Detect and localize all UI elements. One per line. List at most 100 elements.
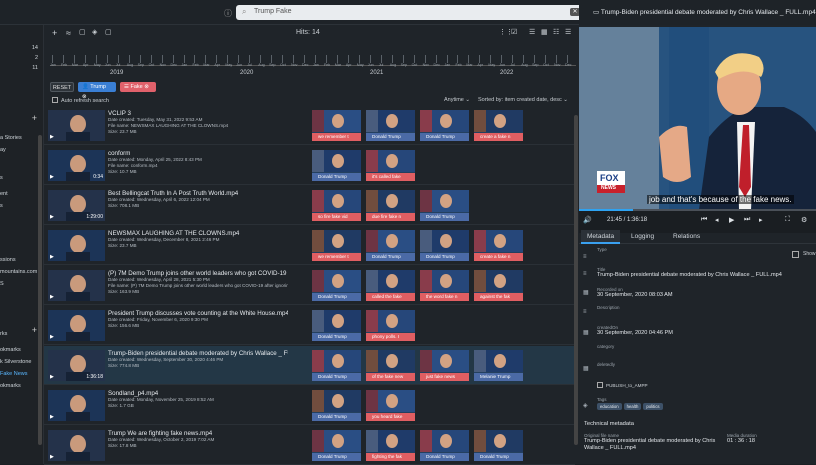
match-frame[interactable]: Donald Trump (420, 230, 469, 261)
match-frame[interactable]: Donald Trump (420, 190, 469, 221)
match-frame[interactable]: the word fake n (420, 270, 469, 301)
timeline[interactable]: Jan Feb Mar Apr May Jun Jul Aug Sep Oct Nov Dec Jan F… (50, 43, 576, 77)
match-frame[interactable]: called the fake (366, 270, 415, 301)
sidebar-item[interactable]: mountains.com (0, 269, 43, 278)
play-icon[interactable]: ▶ (729, 216, 734, 224)
match-frame[interactable]: Donald Trump (312, 430, 361, 461)
match-frame[interactable]: against the fak (474, 270, 523, 301)
match-frame[interactable]: it's called fake (366, 150, 415, 181)
tab-metadata[interactable]: Metadata (581, 230, 621, 244)
result-row[interactable]: ▶ Sondland_p4.mp4 Date created: Monday, No… (44, 386, 575, 425)
time-range-select[interactable]: Anytime ⌄ (444, 97, 470, 103)
tag-chip[interactable]: education (597, 403, 622, 410)
settings-icon[interactable]: ⚙ (801, 216, 807, 224)
match-frame[interactable]: Donald Trump (366, 230, 415, 261)
result-row[interactable]: ▶ (P) 7M Demo Trump joins other world lea… (44, 266, 575, 305)
result-row[interactable]: ▶ 1:29:00 Best Bellingcat Truth In A Post … (44, 186, 575, 225)
search-input[interactable]: Trump Fake (254, 8, 291, 15)
table-view-icon[interactable]: ☰ (565, 28, 571, 36)
match-frame[interactable]: Donald Trump (420, 110, 469, 141)
field-created[interactable]: createdOn 30 September, 2020 04:46 PM (597, 325, 797, 337)
video-thumbnail[interactable]: ▶ (48, 110, 105, 141)
match-frame[interactable]: create a fake n (474, 230, 523, 261)
check-icon[interactable]: ☑ (511, 28, 517, 36)
match-frame[interactable]: we remember t (312, 110, 361, 141)
show-checkbox[interactable] (792, 251, 799, 258)
match-frame[interactable]: due fire fake n (366, 190, 415, 221)
match-frame[interactable]: just fake news (420, 350, 469, 381)
result-row[interactable]: ▶ Trump We are fighting fake news.mp4 Date… (44, 426, 575, 465)
field-title[interactable]: Title Trump-Biden presidential debate mod… (597, 267, 797, 279)
search-box[interactable]: ⓘ ⌕ Trump Fake ✕ ⌄ (224, 5, 596, 20)
field-description[interactable]: Description (597, 305, 797, 310)
field-recorded[interactable]: Recorded on 30 September, 2020 08:03 AM (597, 287, 797, 299)
info-icon[interactable]: ⓘ (224, 8, 232, 19)
match-frame[interactable]: Donald Trump (312, 350, 361, 381)
frame-back-icon[interactable]: ◂ (715, 216, 719, 224)
match-frame[interactable]: Donald Trump (474, 430, 523, 461)
list-view-icon[interactable]: ☰ (529, 28, 535, 36)
result-row[interactable]: ▶ 0:34 conform Date created: Monday, April … (44, 146, 575, 185)
waves-icon[interactable]: ≈ (66, 28, 71, 38)
video-thumbnail[interactable]: ▶ (48, 310, 105, 341)
match-frame[interactable]: Melanie Trump (474, 350, 523, 381)
filter-chip-fake[interactable]: ☰ Fake ⊗ (120, 82, 156, 92)
step-back-icon[interactable]: ⏮ (701, 216, 707, 224)
match-frame[interactable]: Donald Trump (420, 430, 469, 461)
volume-icon[interactable]: 🔊 (583, 216, 592, 224)
field-tags[interactable]: Tags education health politics (597, 397, 797, 410)
sidebar-item[interactable]: s (0, 203, 43, 212)
tag-chip[interactable]: health (623, 403, 642, 410)
sidebar-item[interactable]: a Stories (0, 135, 43, 144)
field-deleted[interactable]: deletedly (597, 362, 797, 367)
sidebar-item[interactable]: s (0, 175, 43, 184)
result-row[interactable]: ▶ VCLIP 3 Date created: Tuesday, May 31, 2… (44, 106, 575, 145)
match-frame[interactable]: Donald Trump (312, 310, 361, 341)
match-frame[interactable]: you heard fake (366, 390, 415, 421)
layers-icon[interactable]: ◈ (92, 28, 97, 36)
match-frame[interactable]: create a fake n (474, 110, 523, 141)
field-category[interactable]: category (597, 344, 797, 349)
square-icon[interactable]: ▢ (79, 28, 86, 36)
publish-checkbox[interactable] (597, 382, 603, 388)
video-thumbnail[interactable]: ▶ (48, 390, 105, 421)
grid-view-icon[interactable]: ▦ (541, 28, 548, 36)
video-thumbnail[interactable]: ▶ (48, 430, 105, 461)
match-frame[interactable]: Donald Trump (312, 390, 361, 421)
fullscreen-icon[interactable]: ⛶ (785, 216, 790, 224)
match-frame[interactable]: fighting the fak (366, 430, 415, 461)
video-thumbnail[interactable]: ▶ 0:34 (48, 150, 105, 181)
tab-relations[interactable]: Relations (667, 230, 706, 244)
sidebar-item[interactable]: Fake News (0, 371, 43, 380)
match-frame[interactable]: Donald Trump (366, 110, 415, 141)
reset-button[interactable]: RESET (50, 82, 74, 92)
video-thumbnail[interactable]: ▶ (48, 230, 105, 261)
sidebar-item[interactable]: 2 (0, 55, 43, 64)
match-frame[interactable]: of the fake new (366, 350, 415, 381)
add-icon[interactable]: + (52, 28, 57, 38)
step-forward-icon[interactable]: ⏭ (744, 216, 750, 224)
tab-logging[interactable]: Logging (625, 230, 660, 244)
match-frame[interactable]: phony polls. I (366, 310, 415, 341)
result-row[interactable]: ▶ 1:36:18 Trump-Biden presidential debate … (44, 346, 575, 385)
result-row[interactable]: ▶ President Trump discusses vote counting… (44, 306, 575, 345)
result-row[interactable]: ▶ NEWSMAX LAUGHING AT THE CLOWNS.mp4 Date … (44, 226, 575, 265)
add-icon[interactable]: + (32, 113, 37, 123)
frame-forward-icon[interactable]: ▸ (759, 216, 763, 224)
sidebar-item[interactable]: ent (0, 191, 43, 200)
progress-bar[interactable] (579, 209, 816, 211)
video-player[interactable]: FOX NEWS job and that's because of the f… (579, 27, 816, 210)
sidebar-item[interactable]: rks (0, 331, 43, 340)
tag-chip[interactable]: politics (643, 403, 663, 410)
match-frame[interactable]: Donald Trump (312, 270, 361, 301)
sidebar-item[interactable]: S (0, 281, 43, 290)
filter-chip-trump[interactable]: 👤 Trump ⊗ (78, 82, 116, 100)
match-frame[interactable]: we remember t (312, 230, 361, 261)
video-thumbnail[interactable]: ▶ (48, 270, 105, 301)
sort-select[interactable]: Sorted by: item created date, desc ⌄ (478, 97, 568, 103)
checkbox-icon[interactable]: ▢ (105, 28, 112, 36)
sidebar-item[interactable]: ssions (0, 257, 43, 266)
video-thumbnail[interactable]: ▶ 1:36:18 (48, 350, 105, 381)
sidebar-item[interactable]: 11 (0, 65, 43, 74)
compact-view-icon[interactable]: ☷ (553, 28, 559, 36)
